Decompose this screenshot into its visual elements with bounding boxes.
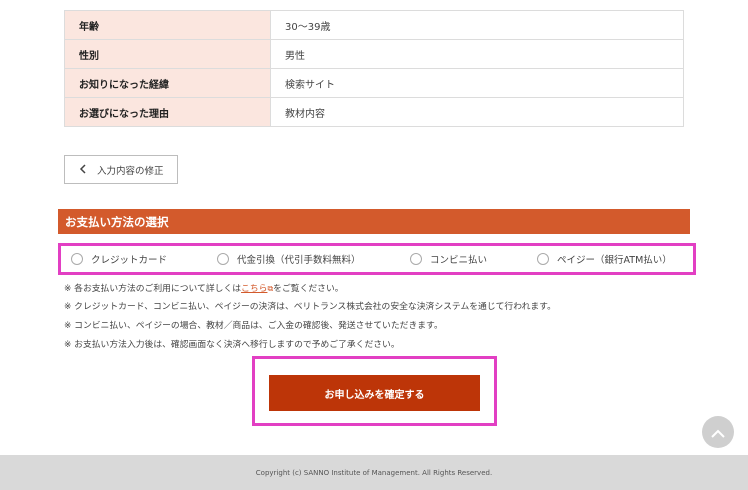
table-row: 年齢 30～39歳 — [64, 10, 684, 40]
note-text: をご覧ください。 — [273, 284, 344, 294]
note-shipping: ※ コンビニ払い、ペイジーの場合、教材／商品は、ご入金の確認後、発送させていただ… — [64, 321, 443, 331]
radio-cod[interactable] — [217, 253, 229, 265]
table-row: お選びになった理由 教材内容 — [64, 97, 684, 127]
row-label-age: 年齢 — [64, 10, 271, 40]
radio-credit-card[interactable] — [71, 253, 83, 265]
table-row: お知りになった経緯 検索サイト — [64, 68, 684, 98]
row-label-gender: 性別 — [64, 39, 271, 69]
scroll-to-top-button[interactable] — [702, 416, 734, 448]
payment-option-payeasy[interactable]: ペイジー（銀行ATM払い） — [537, 252, 672, 266]
note-details: ※ 各お支払い方法のご利用について詳しくはこちら⧉をご覧ください。 — [64, 279, 556, 298]
note-no-confirm: ※ お支払い方法入力後は、確認画面なく決済へ移行しますので予めご了承ください。 — [64, 340, 400, 350]
payment-option-convenience[interactable]: コンビニ払い — [410, 252, 487, 266]
note-text: ※ 各お支払い方法のご利用について詳しくは — [64, 284, 242, 294]
details-link[interactable]: こちら — [241, 284, 267, 294]
payment-option-label: ペイジー（銀行ATM払い） — [557, 255, 672, 266]
summary-table: 年齢 30～39歳 性別 男性 お知りになった経緯 検索サイト お選びになった理… — [64, 10, 684, 127]
payment-option-label: 代金引換（代引手数料無料） — [237, 255, 361, 266]
row-value-gender: 男性 — [270, 39, 684, 69]
row-label-source: お知りになった経緯 — [64, 68, 271, 98]
chevron-left-icon — [79, 163, 87, 177]
payment-option-label: コンビニ払い — [430, 255, 488, 266]
chevron-up-icon — [711, 423, 725, 442]
row-value-reason: 教材内容 — [270, 97, 684, 127]
row-value-source: 検索サイト — [270, 68, 684, 98]
row-label-reason: お選びになった理由 — [64, 97, 271, 127]
payment-section-title: お支払い方法の選択 — [58, 209, 690, 234]
edit-input-label: 入力内容の修正 — [97, 165, 164, 177]
payment-option-credit-card[interactable]: クレジットカード — [71, 252, 167, 266]
confirm-order-button[interactable]: お申し込みを確定する — [269, 375, 480, 411]
note-veritrans: ※ クレジットカード、コンビニ払い、ペイジーの決済は、ベリトランス株式会社の安全… — [64, 302, 556, 312]
payment-option-label: クレジットカード — [91, 255, 168, 266]
footer: Copyright (c) SANNO Institute of Managem… — [0, 455, 748, 490]
edit-input-button[interactable]: 入力内容の修正 — [64, 155, 178, 184]
payment-options-group: クレジットカード 代金引換（代引手数料無料） コンビニ払い ペイジー（銀行ATM… — [58, 243, 696, 275]
radio-payeasy[interactable] — [537, 253, 549, 265]
radio-convenience[interactable] — [410, 253, 422, 265]
payment-option-cod[interactable]: 代金引換（代引手数料無料） — [217, 252, 361, 266]
table-row: 性別 男性 — [64, 39, 684, 69]
row-value-age: 30～39歳 — [270, 10, 684, 40]
copyright-text: Copyright (c) SANNO Institute of Managem… — [255, 468, 493, 477]
payment-notes: ※ 各お支払い方法のご利用について詳しくはこちら⧉をご覧ください。 ※ クレジッ… — [64, 279, 556, 355]
